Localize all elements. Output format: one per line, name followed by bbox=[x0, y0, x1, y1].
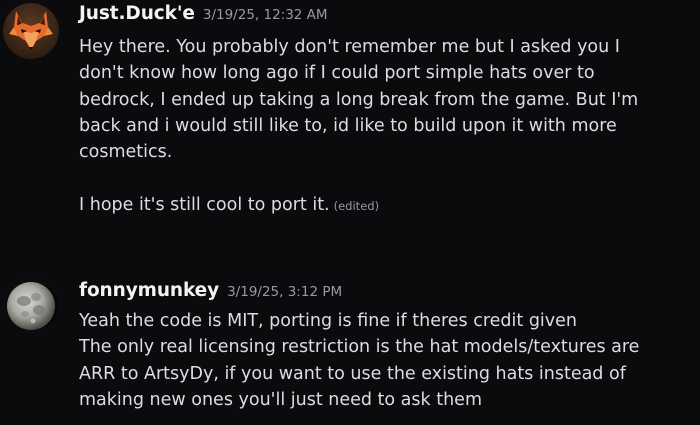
avatar[interactable] bbox=[3, 277, 59, 333]
message-line: bedrock, I ended up taking a long break … bbox=[79, 89, 639, 110]
message-content: Hey there. You probably don't remember m… bbox=[79, 34, 697, 219]
message-header: fonnymunkey 3/19/25, 3:12 PM bbox=[79, 278, 342, 304]
avatar[interactable] bbox=[3, 3, 59, 59]
moon-avatar-icon bbox=[3, 277, 59, 333]
message-line: don't know how long ago if I could port … bbox=[79, 63, 595, 84]
username[interactable]: Just.Duck'e bbox=[79, 3, 195, 24]
message-line: Hey there. You probably don't remember m… bbox=[79, 37, 620, 57]
message-line: The only real licensing restriction is t… bbox=[79, 337, 640, 358]
timestamp[interactable]: 3/19/25, 12:32 AM bbox=[203, 7, 328, 23]
message-line: making new ones you'll just need to ask … bbox=[79, 389, 482, 410]
username[interactable]: fonnymunkey bbox=[79, 280, 219, 301]
message-line-text: I hope it's still cool to port it. bbox=[79, 194, 330, 215]
timestamp[interactable]: 3/19/25, 3:12 PM bbox=[227, 284, 342, 300]
chat-messages: Just.Duck'e 3/19/25, 12:32 AM Hey there. … bbox=[0, 0, 700, 425]
message-content: Yeah the code is MIT, porting is fine if… bbox=[79, 308, 697, 413]
edited-label: (edited) bbox=[333, 198, 380, 213]
message-line: I hope it's still cool to port it. (edite… bbox=[79, 192, 697, 219]
message-line: cosmetics. bbox=[79, 142, 173, 163]
message-line: Yeah the code is MIT, porting is fine if… bbox=[79, 311, 577, 331]
fox-avatar-icon bbox=[3, 3, 59, 59]
message-line: ARR to ArtsyDy, if you want to use the e… bbox=[79, 363, 626, 384]
message-line: back and i would still like to, id like … bbox=[79, 115, 617, 136]
message-header: Just.Duck'e 3/19/25, 12:32 AM bbox=[79, 1, 328, 27]
